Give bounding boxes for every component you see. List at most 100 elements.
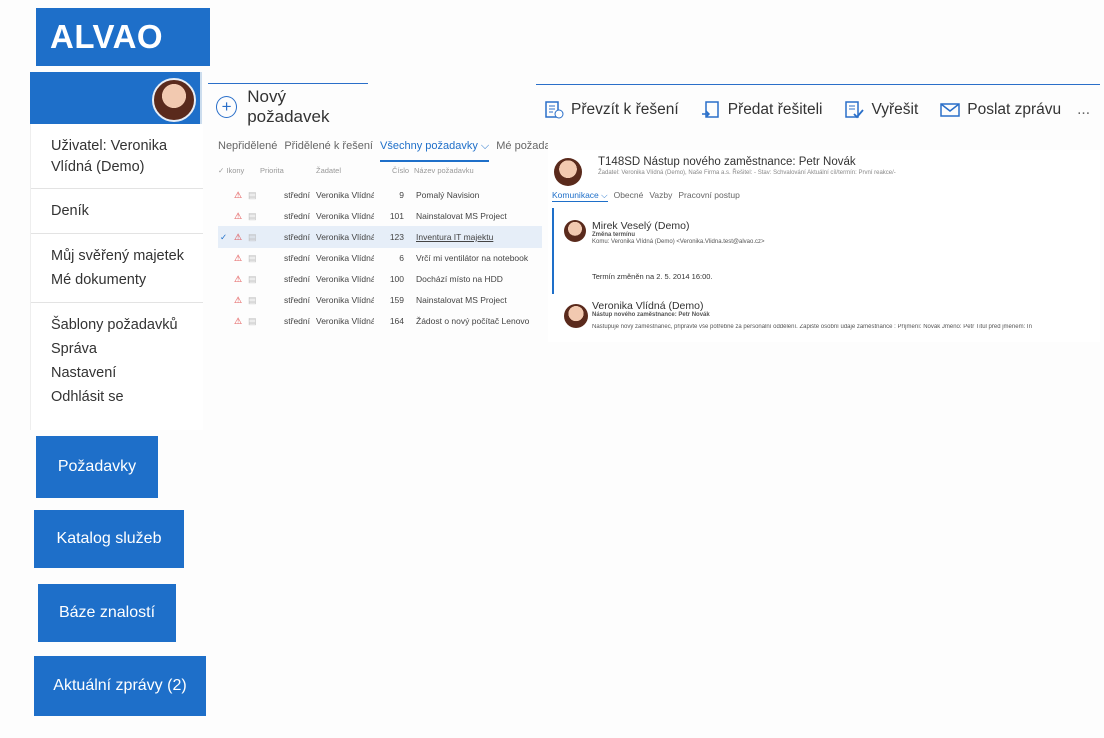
priority-icon: ⚠ <box>234 232 243 242</box>
row-priority: střední <box>284 295 310 305</box>
tab-relations[interactable]: Vazby <box>649 190 672 202</box>
side-menu: Uživatel: Veronika Vlídná (Demo) Deník M… <box>30 124 203 430</box>
row-name: Inventura IT majektu <box>416 232 494 242</box>
message-body: Termín změněn na 2. 5. 2014 16:00. <box>592 272 713 281</box>
menu-item-logout[interactable]: Odhlásit se <box>51 385 203 409</box>
table-row[interactable]: ⚠ ▤ střední Veronika Vlídná 164 Žádost o nový… <box>218 310 542 332</box>
new-request-button[interactable]: + Nový požadavek <box>208 83 368 129</box>
table-row[interactable]: ✓ ⚠ ▤ střední Veronika Vlídná 123 Inventura IT… <box>218 226 542 248</box>
envelope-icon <box>940 103 960 117</box>
row-number: 159 <box>389 295 404 305</box>
row-name: Žádost o nový počítač Lenovo <box>416 316 530 326</box>
col-requester[interactable]: Žadatel <box>316 166 341 175</box>
document-icon: ▤ <box>248 316 257 326</box>
priority-icon: ⚠ <box>234 295 243 305</box>
row-priority: střední <box>284 190 310 200</box>
more-button[interactable]: ... <box>1077 101 1090 119</box>
row-requester: Veronika Vlídná <box>316 232 374 242</box>
row-name: Nainstalovat MS Project <box>416 211 507 221</box>
row-requester: Veronika Vlídná <box>316 274 374 284</box>
avatar[interactable] <box>152 78 196 122</box>
priority-icon: ⚠ <box>234 190 243 200</box>
table-row[interactable]: ⚠ ▤ střední Veronika Vlídná 101 Nainstalovat … <box>218 205 542 227</box>
send-message-button[interactable]: Poslat zprávu <box>940 100 1061 120</box>
sender-avatar <box>564 304 588 328</box>
col-icons[interactable]: ✓ Ikony <box>218 166 244 175</box>
sender-avatar <box>564 220 586 242</box>
row-number: 9 <box>399 190 404 200</box>
user-label: Uživatel: Veronika Vlídná (Demo) <box>51 138 168 175</box>
tab-communication[interactable]: Komunikace ⌵ <box>552 190 608 202</box>
menu-group: Šablony požadavků Správa Nastavení Odhlá… <box>31 303 203 419</box>
tile-requests[interactable]: Požadavky <box>36 436 158 498</box>
menu-item-administration[interactable]: Správa <box>51 337 203 361</box>
row-priority: střední <box>284 316 310 326</box>
tab-workflow[interactable]: Pracovní postup <box>678 190 739 202</box>
tab-all-requests[interactable]: Všechny požadavky ⌵ <box>380 140 490 162</box>
table-row[interactable]: ⚠ ▤ střední Veronika Vlídná 100 Dochází místo… <box>218 268 542 290</box>
check-icon: ✓ <box>220 232 228 242</box>
handover-icon <box>701 101 719 118</box>
document-icon: ▤ <box>248 295 257 305</box>
request-toolbar: Převzít k řešení Předat řešiteli Vyřešit… <box>536 84 1100 135</box>
row-number: 123 <box>389 232 404 242</box>
col-priority[interactable]: Priorita <box>260 166 284 175</box>
row-number: 164 <box>389 316 404 326</box>
resolve-button[interactable]: Vyřešit <box>844 100 918 120</box>
row-requester: Veronika Vlídná <box>316 295 374 305</box>
row-requester: Veronika Vlídná <box>316 253 374 263</box>
take-label: Převzít k řešení <box>571 101 679 118</box>
document-icon: ▤ <box>248 274 257 284</box>
tile-news[interactable]: Aktuální zprávy (2) <box>34 656 206 716</box>
message-subject: Nástup nového zaměstnance: Petr Novák <box>592 312 710 318</box>
menu-group: Můj svěřený majetek Mé dokumenty <box>31 234 203 303</box>
row-name: Vrčí mi ventilátor na notebook <box>416 253 529 263</box>
row-priority: střední <box>284 253 310 263</box>
take-button[interactable]: Převzít k řešení <box>544 100 679 120</box>
table-row[interactable]: ⚠ ▤ střední Veronika Vlídná 9 Pomalý Navision <box>218 184 542 206</box>
row-priority: střední <box>284 211 310 221</box>
col-name[interactable]: Název požadavku <box>414 166 474 175</box>
tab-my-requests[interactable]: Mé požada <box>496 140 548 162</box>
tab-unassigned[interactable]: Nepřidělené <box>218 140 277 162</box>
priority-icon: ⚠ <box>234 253 243 263</box>
take-icon <box>545 101 564 119</box>
new-request-label: Nový požadavek <box>247 86 330 126</box>
request-detail: T148SD Nástup nového zaměstnance: Petr N… <box>548 150 1100 342</box>
menu-item-request-templates[interactable]: Šablony požadavků <box>51 313 203 337</box>
table-row[interactable]: ⚠ ▤ střední Veronika Vlídná 159 Nainstalovat … <box>218 289 542 311</box>
handover-button[interactable]: Předat řešiteli <box>701 100 823 120</box>
document-icon: ▤ <box>248 232 257 242</box>
col-number[interactable]: Číslo <box>392 166 409 175</box>
row-name: Pomalý Navision <box>416 190 480 200</box>
message-item[interactable]: Mirek Veselý (Demo) Změna termínu Komu: … <box>552 208 1094 294</box>
resolve-icon <box>845 101 865 119</box>
tab-general[interactable]: Obecné <box>614 190 644 202</box>
menu-item-settings[interactable]: Nastavení <box>51 361 203 385</box>
document-icon: ▤ <box>248 190 257 200</box>
detail-subtitle: Žadatel: Veronika Vlídná (Demo), Naše Fi… <box>598 170 896 176</box>
brand-logo[interactable]: ALVAO <box>36 8 210 66</box>
user-bar[interactable] <box>30 72 202 124</box>
tile-knowledge-base[interactable]: Báze znalostí <box>38 584 176 642</box>
priority-icon: ⚠ <box>234 316 243 326</box>
document-icon: ▤ <box>248 253 257 263</box>
menu-item-my-documents[interactable]: Mé dokumenty <box>51 268 203 292</box>
detail-tabs: Komunikace ⌵ Obecné Vazby Pracovní postu… <box>552 190 740 202</box>
menu-item-my-assets[interactable]: Můj svěřený majetek <box>51 244 203 268</box>
list-tabs: Nepřidělené Přidělené k řešení Všechny p… <box>218 140 548 162</box>
tile-service-catalog[interactable]: Katalog služeb <box>34 510 184 568</box>
priority-icon: ⚠ <box>234 274 243 284</box>
menu-group: Deník <box>31 189 203 234</box>
row-priority: střední <box>284 232 310 242</box>
row-name: Nainstalovat MS Project <box>416 295 507 305</box>
table-row[interactable]: ⚠ ▤ střední Veronika Vlídná 6 Vrčí mi ventilá… <box>218 247 542 269</box>
list-header: ✓ Ikony Priorita Žadatel Číslo Název pož… <box>218 166 542 182</box>
tab-assigned[interactable]: Přidělené k řešení <box>284 140 373 162</box>
menu-item-journal[interactable]: Deník <box>51 199 203 223</box>
handover-label: Předat řešiteli <box>727 101 823 118</box>
row-requester: Veronika Vlídná <box>316 190 374 200</box>
detail-title: T148SD Nástup nového zaměstnance: Petr N… <box>598 156 856 168</box>
message-author: Veronika Vlídná (Demo) <box>592 300 704 312</box>
user-info: Uživatel: Veronika Vlídná (Demo) <box>31 124 203 189</box>
